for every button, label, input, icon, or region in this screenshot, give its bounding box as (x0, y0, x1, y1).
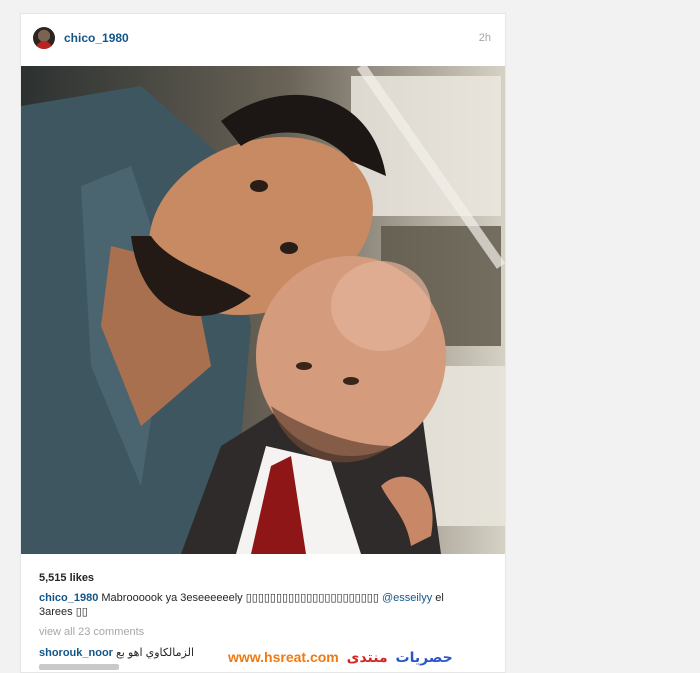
watermark-url: www.hsreat.com (228, 649, 339, 665)
photo-illustration (21, 66, 505, 554)
caption-emoji-boxes: ▯▯▯▯▯▯▯▯▯▯▯▯▯▯▯▯▯▯▯▯▯▯ (245, 592, 382, 604)
post-caption: chico_1980 Mabroooook ya 3eseeeeeely ▯▯▯… (39, 591, 479, 619)
cropped-comment-item (39, 664, 119, 670)
watermark-word: منتدى (346, 649, 388, 665)
avatar[interactable] (33, 27, 55, 49)
comment-username[interactable]: shorouk_noor (39, 647, 113, 659)
instagram-post-card: chico_1980 2h 5,515 likes chico_1980 Mab… (20, 13, 506, 673)
likes-count[interactable]: 5,515 likes (39, 572, 94, 584)
watermark: www.hsreat.com حصريات منتدى (228, 649, 453, 666)
post-username[interactable]: chico_1980 (64, 31, 129, 45)
watermark-name: حصريات (395, 649, 453, 665)
post-header: chico_1980 2h (21, 14, 505, 66)
caption-text-before: Mabroooook ya 3eseeeeeely (101, 592, 246, 604)
caption-username[interactable]: chico_1980 (39, 592, 98, 604)
caption-mention[interactable]: @esseilyy (382, 592, 432, 604)
view-all-comments-link[interactable]: view all 23 comments (39, 626, 144, 638)
comment-text: الزمالكاوي اهو بع (116, 647, 195, 659)
post-timestamp[interactable]: 2h (479, 32, 491, 44)
post-photo[interactable] (21, 66, 505, 554)
comment-item: shorouk_noor الزمالكاوي اهو بع (39, 646, 194, 659)
